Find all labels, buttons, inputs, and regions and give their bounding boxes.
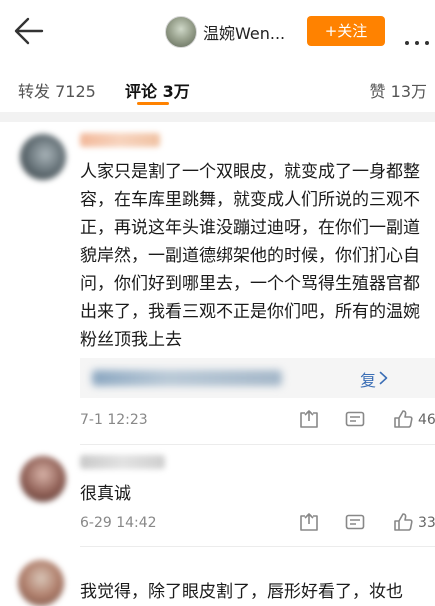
account-avatar[interactable] (165, 16, 197, 48)
comment-divider (80, 546, 435, 547)
reply-comment-icon[interactable] (344, 409, 366, 431)
reply-preview[interactable]: 复 (80, 358, 435, 398)
comment-avatar[interactable] (20, 134, 66, 180)
reply-preview-text: 复 (360, 371, 377, 390)
section-divider (0, 112, 435, 122)
tab-comment[interactable]: 评论 3万 (125, 78, 190, 102)
like-icon[interactable] (392, 408, 414, 430)
chevron-right-icon (379, 371, 388, 385)
comment-username[interactable] (80, 133, 160, 147)
like-icon[interactable] (392, 511, 414, 533)
share-icon[interactable] (298, 409, 320, 431)
tab-repost[interactable]: 转发 7125 (18, 78, 96, 102)
back-arrow-icon[interactable] (12, 14, 46, 48)
comment-avatar[interactable] (20, 456, 66, 502)
comment-avatar[interactable] (18, 560, 64, 606)
more-icon[interactable] (405, 30, 435, 49)
tab-bar: 转发 7125 评论 3万 赞 13万 (0, 62, 435, 112)
comment-username[interactable] (80, 455, 165, 469)
comment-time: 7-1 12:23 (80, 412, 148, 428)
comment-text: 人家只是割了一个双眼皮，就变成了一身都整容，在车库里跳舞，就变成人们所说的三观不… (80, 162, 420, 350)
follow-button[interactable]: +关注 (307, 16, 385, 46)
like-count: 33 (418, 515, 435, 531)
reply-preview-blurred (92, 370, 282, 386)
comment-text: 我觉得，除了眼皮割了，唇形好看了，妆也 (80, 582, 403, 602)
active-tab-indicator (137, 102, 169, 105)
top-bar: 温婉Wen... +关注 (0, 0, 435, 62)
reply-comment-icon[interactable] (344, 512, 366, 534)
comment-divider (80, 444, 435, 445)
share-icon[interactable] (298, 512, 320, 534)
tab-like[interactable]: 赞 13万 (370, 78, 427, 102)
comment-text: 很真诚 (80, 484, 131, 504)
like-count: 46 (418, 412, 435, 428)
comment-time: 6-29 14:42 (80, 515, 157, 531)
account-name[interactable]: 温婉Wen... (203, 20, 285, 44)
